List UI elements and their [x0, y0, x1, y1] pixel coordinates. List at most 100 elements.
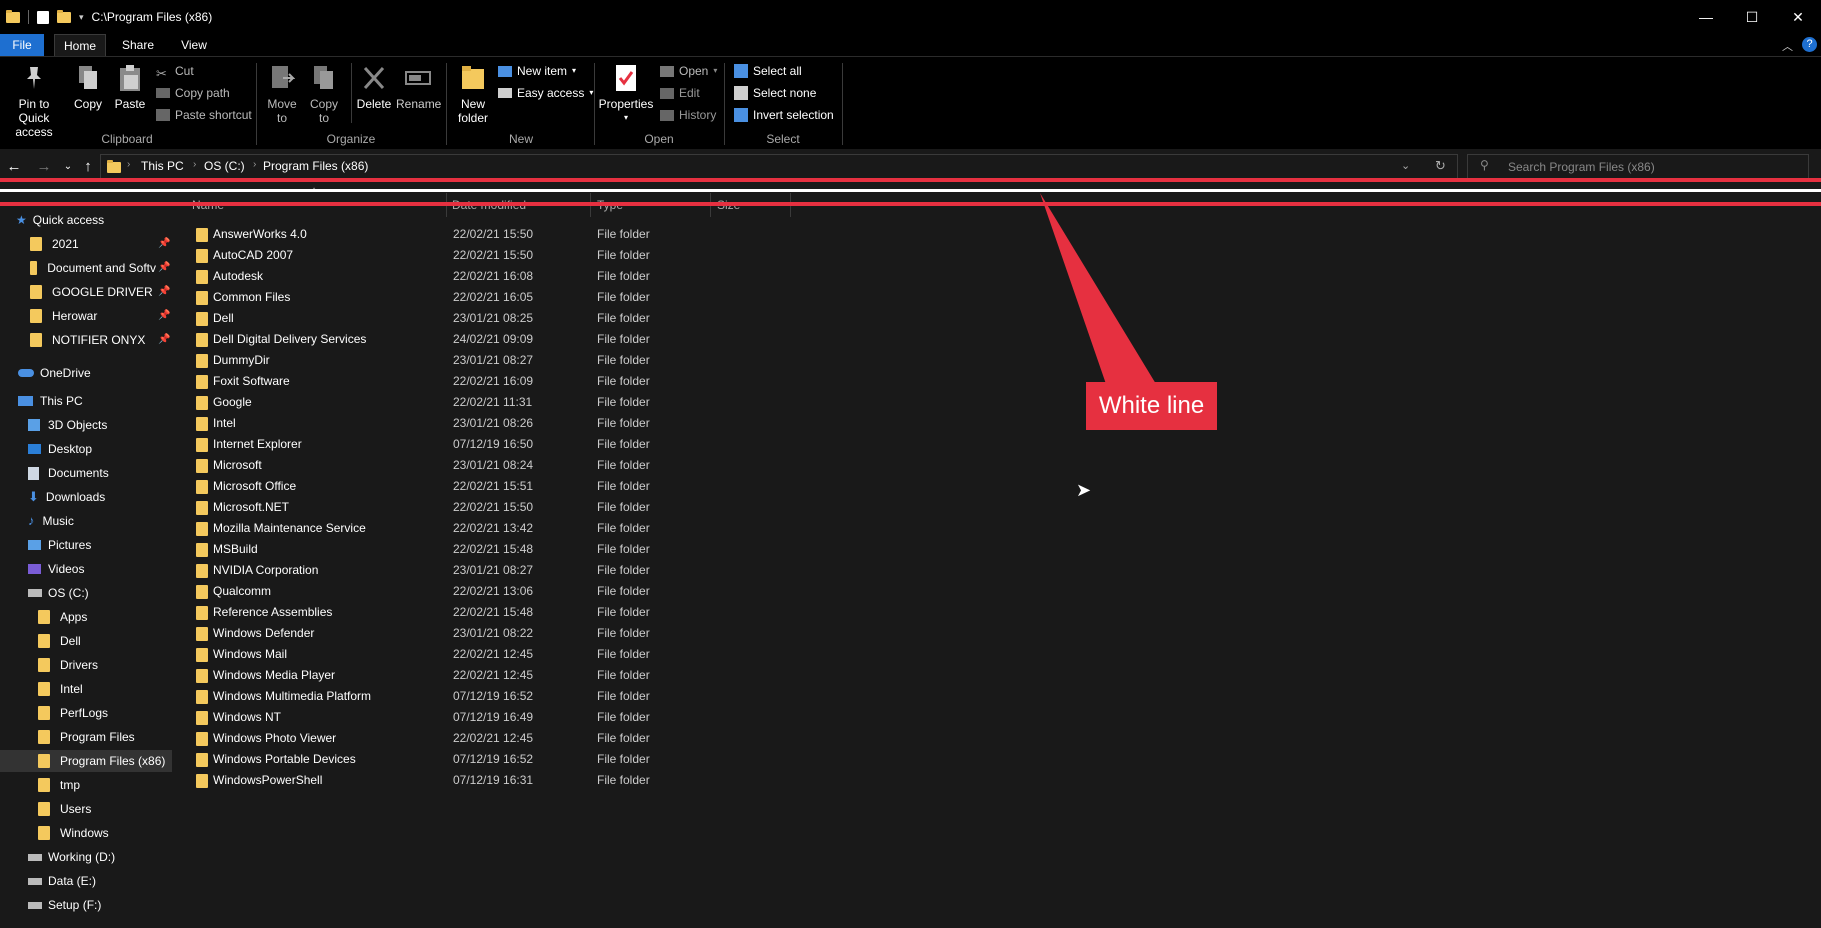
paste-button[interactable]: Paste [112, 57, 148, 111]
up-arrow-icon[interactable]: ↑ [78, 157, 98, 177]
sidebar-item-data-e[interactable]: Data (E:) [28, 870, 96, 892]
file-row[interactable]: AnswerWorks 4.0 22/02/21 15:50 File folder [190, 224, 790, 245]
file-row[interactable]: DummyDir 23/01/21 08:27 File folder [190, 350, 790, 371]
forward-arrow-icon[interactable]: → [34, 157, 54, 177]
easy-access-button[interactable]: Easy access ▾ [498, 83, 593, 103]
file-row[interactable]: NVIDIA Corporation 23/01/21 08:27 File fol… [190, 560, 790, 581]
sidebar-item-quick-access[interactable]: ★ Quick access [16, 209, 104, 231]
paste-shortcut-button[interactable]: Paste shortcut [156, 105, 252, 125]
file-row[interactable]: Internet Explorer 07/12/19 16:50 File fold… [190, 434, 790, 455]
tab-share[interactable]: Share [116, 34, 160, 56]
file-row[interactable]: Windows Defender 23/01/21 08:22 File folde… [190, 623, 790, 644]
file-row[interactable]: Reference Assemblies 22/02/21 15:48 File f… [190, 602, 790, 623]
rename-button[interactable]: Rename [396, 57, 441, 111]
help-icon[interactable]: ? [1802, 37, 1817, 52]
tab-view[interactable]: View [172, 34, 216, 56]
sidebar-item-pinned-2021[interactable]: 2021 [30, 233, 79, 255]
sidebar-item-downloads[interactable]: ⬇ Downloads [28, 486, 105, 508]
sidebar-item-working-d[interactable]: Working (D:) [28, 846, 115, 868]
file-row[interactable]: Microsoft 23/01/21 08:24 File folder [190, 455, 790, 476]
file-row[interactable]: Windows Media Player 22/02/21 12:45 File f… [190, 665, 790, 686]
file-row[interactable]: Autodesk 22/02/21 16:08 File folder [190, 266, 790, 287]
copy-to-button[interactable]: Copy to [306, 57, 342, 125]
move-to-button[interactable]: Move to [262, 57, 302, 125]
properties-button[interactable]: Properties ▾ [598, 57, 654, 125]
minimize-button[interactable]: — [1683, 0, 1729, 34]
address-dropdown-icon[interactable]: ⌄ [1401, 159, 1410, 172]
sidebar-item-this-pc[interactable]: This PC [18, 390, 83, 412]
sidebar-item-desktop[interactable]: Desktop [28, 438, 92, 460]
new-folder-quick-icon[interactable] [57, 9, 71, 23]
file-row[interactable]: Windows Portable Devices 07/12/19 16:52 Fi… [190, 749, 790, 770]
sidebar-item-onedrive[interactable]: OneDrive [18, 362, 91, 384]
file-row[interactable]: Dell 23/01/21 08:25 File folder [190, 308, 790, 329]
tab-file[interactable]: File [0, 34, 44, 56]
search-box[interactable]: ⚲ Search Program Files (x86) [1467, 154, 1809, 180]
file-row[interactable]: WindowsPowerShell 07/12/19 16:31 File fold… [190, 770, 790, 791]
sidebar-item-apps[interactable]: Apps [38, 606, 87, 628]
sidebar-item-pictures[interactable]: Pictures [28, 534, 91, 556]
sidebar-item-documents[interactable]: Documents [28, 462, 109, 484]
sidebar-item-tmp[interactable]: tmp [38, 774, 80, 796]
file-row[interactable]: Windows Mail 22/02/21 12:45 File folder [190, 644, 790, 665]
history-button[interactable]: History [660, 105, 716, 125]
sidebar-item-music[interactable]: ♪ Music [28, 510, 74, 532]
file-row[interactable]: Qualcomm 22/02/21 13:06 File folder [190, 581, 790, 602]
pin-icon[interactable]: 📌 [158, 286, 170, 297]
properties-quick-icon[interactable] [37, 10, 49, 24]
file-row[interactable]: Windows Photo Viewer 22/02/21 12:45 File f… [190, 728, 790, 749]
breadcrumb-os-c[interactable]: OS (C:) [204, 159, 245, 173]
tab-home[interactable]: Home [54, 34, 106, 57]
collapse-ribbon-icon[interactable]: ︿ [1782, 38, 1793, 54]
sidebar-item-perflogs[interactable]: PerfLogs [38, 702, 108, 724]
sidebar-item-windows[interactable]: Windows [38, 822, 109, 844]
refresh-icon[interactable]: ↻ [1435, 158, 1446, 174]
sidebar-item-pinned-document[interactable]: Document and Softv [30, 257, 156, 279]
edit-button[interactable]: Edit [660, 83, 700, 103]
copy-button[interactable]: Copy [70, 57, 106, 111]
file-row[interactable]: Windows Multimedia Platform 07/12/19 16:5… [190, 686, 790, 707]
file-row[interactable]: Windows NT 07/12/19 16:49 File folder [190, 707, 790, 728]
pin-icon[interactable]: 📌 [158, 262, 170, 273]
select-none-button[interactable]: Select none [734, 83, 816, 103]
file-row[interactable]: Google 22/02/21 11:31 File folder [190, 392, 790, 413]
sidebar-item-drivers[interactable]: Drivers [38, 654, 98, 676]
sidebar-item-pinned-notifier-onyx[interactable]: NOTIFIER ONYX [30, 329, 145, 351]
file-row[interactable]: Mozilla Maintenance Service 22/02/21 13:4… [190, 518, 790, 539]
new-folder-button[interactable]: New folder [452, 57, 494, 125]
maximize-button[interactable]: ☐ [1729, 0, 1775, 34]
pin-icon[interactable]: 📌 [158, 334, 170, 345]
sidebar-item-setup-f[interactable]: Setup (F:) [28, 894, 101, 916]
file-row[interactable]: Foxit Software 22/02/21 16:09 File folder [190, 371, 790, 392]
breadcrumb-this-pc[interactable]: This PC [141, 159, 184, 173]
file-row[interactable]: MSBuild 22/02/21 15:48 File folder [190, 539, 790, 560]
sidebar-item-3d-objects[interactable]: 3D Objects [28, 414, 107, 436]
sidebar-item-pinned-herowar[interactable]: Herowar [30, 305, 97, 327]
pin-icon[interactable]: 📌 [158, 238, 170, 249]
sidebar-item-pinned-google-driver[interactable]: GOOGLE DRIVER [30, 281, 153, 303]
sidebar-item-program-files-x86[interactable]: Program Files (x86) [0, 750, 172, 772]
back-arrow-icon[interactable]: ← [4, 157, 24, 177]
file-row[interactable]: Intel 23/01/21 08:26 File folder [190, 413, 790, 434]
pin-to-quick-access-button[interactable]: Pin to Quick access [2, 57, 66, 139]
recent-locations-icon[interactable]: ⌄ [58, 157, 78, 177]
sidebar-item-dell[interactable]: Dell [38, 630, 81, 652]
file-row[interactable]: Microsoft.NET 22/02/21 15:50 File folder [190, 497, 790, 518]
file-row[interactable]: Dell Digital Delivery Services 24/02/21 0… [190, 329, 790, 350]
customize-toolbar-icon[interactable]: ▾ [79, 12, 84, 23]
address-bar[interactable]: › This PC › OS (C:) › Program Files (x86… [100, 154, 1458, 180]
close-button[interactable]: ✕ [1775, 0, 1821, 34]
sidebar-item-users[interactable]: Users [38, 798, 91, 820]
open-button[interactable]: Open ▾ [660, 61, 717, 81]
breadcrumb-program-files-x86[interactable]: Program Files (x86) [263, 159, 368, 173]
select-all-button[interactable]: Select all [734, 61, 802, 81]
sidebar-item-os-c[interactable]: OS (C:) [28, 582, 89, 604]
delete-button[interactable]: Delete [354, 57, 394, 111]
new-item-button[interactable]: New item ▾ [498, 61, 576, 81]
sidebar-item-intel[interactable]: Intel [38, 678, 83, 700]
file-row[interactable]: Common Files 22/02/21 16:05 File folder [190, 287, 790, 308]
invert-selection-button[interactable]: Invert selection [734, 105, 834, 125]
pin-icon[interactable]: 📌 [158, 310, 170, 321]
sidebar-item-videos[interactable]: Videos [28, 558, 84, 580]
file-row[interactable]: AutoCAD 2007 22/02/21 15:50 File folder [190, 245, 790, 266]
